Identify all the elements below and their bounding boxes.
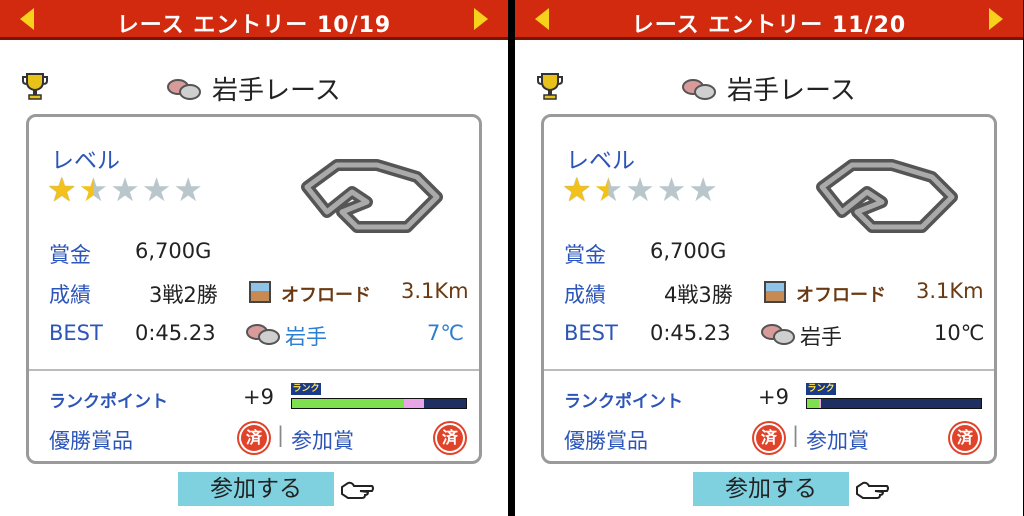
completed-stamp-icon: 済: [239, 423, 269, 453]
completed-stamp-icon: 済: [435, 423, 465, 453]
track-icon: [301, 159, 443, 233]
offroad-icon: [764, 281, 786, 303]
rock-icon: [761, 324, 795, 345]
participation-prize-label: 参加賞: [806, 429, 869, 453]
star-icon: ★: [141, 170, 172, 209]
race-name: 岩手レース: [212, 76, 341, 106]
best-label: BEST: [564, 321, 618, 345]
rank-progress-bar: [806, 398, 982, 409]
level-stars: ★ ★ ★ ★ ★: [47, 173, 203, 207]
rank-point-label: ランクポイント: [564, 392, 683, 412]
rank-progress-fill: [292, 399, 425, 408]
header-title: レース エントリー 10/19: [116, 13, 392, 38]
temperature-value: 10℃: [934, 321, 985, 345]
pointing-hand-icon: [856, 481, 889, 499]
rank-point-label: ランクポイント: [49, 392, 168, 412]
distance-value: 3.1Km: [916, 279, 984, 303]
join-button[interactable]: 参加する: [693, 472, 849, 506]
rank-progress-bar: [291, 398, 467, 409]
record-label: 成績: [49, 283, 91, 307]
star-icon: ★: [110, 170, 140, 209]
prize-value: 6,700G: [135, 239, 212, 263]
completed-stamp-icon: 済: [754, 423, 784, 453]
star-icon: ★: [562, 170, 592, 209]
location-value: 岩手: [800, 325, 842, 349]
prize-value: 6,700G: [650, 239, 727, 263]
next-arrow-icon[interactable]: [989, 8, 1003, 30]
best-value: 0:45.23: [135, 321, 216, 345]
temperature-value: 7℃: [427, 321, 464, 345]
location-value: 岩手: [285, 325, 327, 349]
star-icon: ★: [78, 170, 109, 209]
trophy-icon: [537, 73, 563, 100]
prize-label: 賞金: [564, 243, 606, 267]
star-icon: ★: [173, 170, 203, 209]
rank-progress-fill: [807, 399, 821, 408]
divider: [544, 369, 994, 371]
record-value: 4戦3勝: [664, 283, 733, 307]
race-info-panel: レベル ★ ★ ★ ★ ★ 賞金 6,700G 成績 4戦3勝 オフロード 3.1Km …: [541, 114, 997, 464]
prize-label: 賞金: [49, 243, 91, 267]
victory-prize-label: 優勝賞品: [564, 429, 648, 453]
race-entry-screen-right: レース エントリー 11/20 岩手レース レベル ★ ★ ★ ★ ★ 賞金 6,700…: [515, 0, 1023, 516]
rock-icon: [682, 78, 716, 100]
rank-point-value: +9: [758, 385, 789, 409]
pointing-hand-icon: [341, 481, 374, 499]
level-stars: ★ ★ ★ ★ ★: [562, 173, 718, 207]
surface-value: オフロード: [796, 285, 886, 306]
star-icon: ★: [593, 170, 624, 209]
next-arrow-icon[interactable]: [474, 8, 488, 30]
best-value: 0:45.23: [650, 321, 731, 345]
rank-point-value: +9: [243, 385, 274, 409]
rank-tag: ランク: [806, 383, 836, 395]
star-icon: ★: [47, 170, 77, 209]
header-title: レース エントリー 11/20: [631, 13, 907, 38]
trophy-icon: [22, 73, 48, 100]
divider: [29, 369, 479, 371]
header-bar: レース エントリー 11/20: [515, 0, 1023, 40]
race-title: 岩手レース: [681, 70, 856, 107]
record-label: 成績: [564, 283, 606, 307]
race-title: 岩手レース: [166, 70, 341, 107]
completed-stamp-icon: 済: [950, 423, 980, 453]
divider-bar: |: [792, 423, 800, 447]
offroad-icon: [249, 281, 271, 303]
rank-tag: ランク: [291, 383, 321, 395]
track-icon: [816, 159, 958, 233]
star-icon: ★: [688, 170, 718, 209]
join-button[interactable]: 参加する: [178, 472, 334, 506]
rock-icon: [167, 78, 201, 100]
surface-value: オフロード: [281, 285, 371, 306]
race-info-panel: レベル ★ ★ ★ ★ ★ 賞金 6,700G 成績 3戦2勝 オフロード 3.1Km …: [26, 114, 482, 464]
star-icon: ★: [625, 170, 655, 209]
header-bar: レース エントリー 10/19: [0, 0, 508, 40]
race-name: 岩手レース: [727, 76, 856, 106]
divider-bar: |: [277, 423, 285, 447]
distance-value: 3.1Km: [401, 279, 469, 303]
rock-icon: [246, 324, 280, 345]
best-label: BEST: [49, 321, 103, 345]
victory-prize-label: 優勝賞品: [49, 429, 133, 453]
record-value: 3戦2勝: [149, 283, 218, 307]
participation-prize-label: 参加賞: [291, 429, 354, 453]
race-entry-screen-left: レース エントリー 10/19 岩手レース レベル ★ ★ ★ ★ ★ 賞金 6,700…: [0, 0, 508, 516]
star-icon: ★: [656, 170, 687, 209]
